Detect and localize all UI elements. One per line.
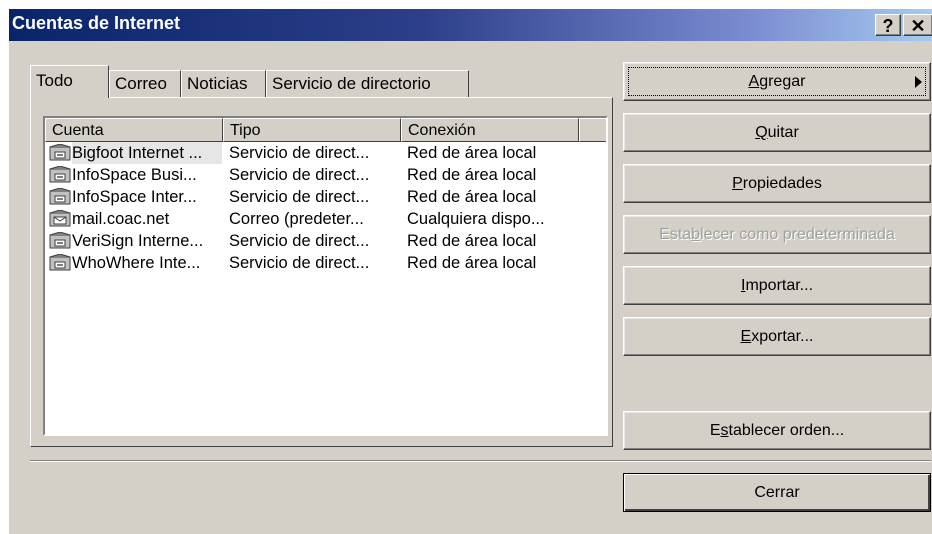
column-header-cuenta[interactable]: Cuenta xyxy=(45,118,223,142)
account-name: WhoWhere Inte... xyxy=(72,254,201,272)
mail-account-icon xyxy=(49,210,71,227)
list-item[interactable]: Bigfoot Internet ... Servicio de direct.… xyxy=(45,142,606,164)
list-item[interactable]: mail.coac.net Correo (predeter... Cualqu… xyxy=(45,208,606,230)
directory-service-icon xyxy=(49,166,71,183)
export-button-label: Exportar... xyxy=(740,328,814,345)
account-connection: Red de área local xyxy=(407,144,537,162)
separator xyxy=(30,460,931,462)
list-item[interactable]: InfoSpace Busi... Servicio de direct... … xyxy=(45,164,606,186)
directory-service-icon xyxy=(49,254,71,271)
tab-noticias[interactable]: Noticias xyxy=(181,70,266,98)
account-type: Servicio de direct... xyxy=(229,144,370,162)
column-header-conexion-label: Conexión xyxy=(408,122,476,139)
account-type: Correo (predeter... xyxy=(229,210,364,228)
column-header-tipo[interactable]: Tipo xyxy=(223,118,401,142)
account-connection: Red de área local xyxy=(407,232,537,250)
import-button[interactable]: Importar... xyxy=(623,266,931,305)
close-button[interactable]: Cerrar xyxy=(623,473,931,512)
account-connection: Red de área local xyxy=(407,166,537,184)
account-type: Servicio de direct... xyxy=(229,188,370,206)
close-icon: ✕ xyxy=(910,16,926,36)
properties-button[interactable]: Propiedades xyxy=(623,164,931,203)
remove-button[interactable]: Quitar xyxy=(623,113,931,152)
export-button[interactable]: Exportar... xyxy=(623,317,931,356)
close-button-label: Cerrar xyxy=(754,484,800,501)
column-header-filler xyxy=(579,118,606,142)
help-icon: ? xyxy=(882,16,894,36)
account-type: Servicio de direct... xyxy=(229,232,370,250)
account-name: InfoSpace Inter... xyxy=(72,188,197,206)
account-name: InfoSpace Busi... xyxy=(72,166,197,184)
set-order-button[interactable]: Establecer orden... xyxy=(623,411,931,450)
directory-service-icon xyxy=(49,232,71,249)
account-name: Bigfoot Internet ... xyxy=(72,142,222,164)
tab-todo[interactable]: Todo xyxy=(30,65,109,98)
tab-noticias-label: Noticias xyxy=(187,74,248,93)
remove-button-label: Quitar xyxy=(755,124,799,141)
account-type: Servicio de direct... xyxy=(229,166,370,184)
title-bar[interactable]: Cuentas de Internet ? ✕ xyxy=(9,9,932,41)
column-header-conexion[interactable]: Conexión xyxy=(401,118,579,142)
properties-button-label: Propiedades xyxy=(732,175,822,192)
submenu-arrow-icon xyxy=(915,76,922,88)
accounts-list[interactable]: Cuenta Tipo Conexión Bigfoot Internet ..… xyxy=(43,116,608,436)
tab-correo-label: Correo xyxy=(115,74,167,93)
list-item[interactable]: VeriSign Interne... Servicio de direct..… xyxy=(45,230,606,252)
account-type: Servicio de direct... xyxy=(229,254,370,272)
directory-service-icon xyxy=(49,188,71,205)
tab-servicio-directorio-label: Servicio de directorio xyxy=(272,74,431,93)
internet-accounts-dialog: Cuentas de Internet ? ✕ Correo Noticias … xyxy=(9,9,932,534)
account-connection: Red de área local xyxy=(407,188,537,206)
set-default-button[interactable]: Establecer como predeterminada xyxy=(623,215,931,254)
list-item[interactable]: InfoSpace Inter... Servicio de direct...… xyxy=(45,186,606,208)
column-header-tipo-label: Tipo xyxy=(230,122,261,139)
list-item[interactable]: WhoWhere Inte... Servicio de direct... R… xyxy=(45,252,606,274)
help-button[interactable]: ? xyxy=(875,14,901,36)
set-default-button-label: Establecer como predeterminada xyxy=(659,226,895,243)
add-button[interactable]: Agregar xyxy=(623,62,931,101)
tab-servicio-directorio[interactable]: Servicio de directorio xyxy=(266,70,469,98)
account-name: VeriSign Interne... xyxy=(72,232,204,250)
focus-ring xyxy=(628,67,926,96)
tab-correo[interactable]: Correo xyxy=(109,70,181,98)
import-button-label: Importar... xyxy=(740,277,814,294)
set-order-button-label: Establecer orden... xyxy=(709,422,845,439)
account-connection: Cualquiera dispo... xyxy=(407,210,545,228)
list-header: Cuenta Tipo Conexión xyxy=(45,118,606,142)
account-connection: Red de área local xyxy=(407,254,537,272)
account-name: mail.coac.net xyxy=(72,210,170,228)
window-title: Cuentas de Internet xyxy=(12,13,181,33)
directory-service-icon xyxy=(49,144,71,161)
column-header-cuenta-label: Cuenta xyxy=(52,122,104,139)
tab-todo-label: Todo xyxy=(36,71,73,90)
close-window-button[interactable]: ✕ xyxy=(903,14,932,36)
